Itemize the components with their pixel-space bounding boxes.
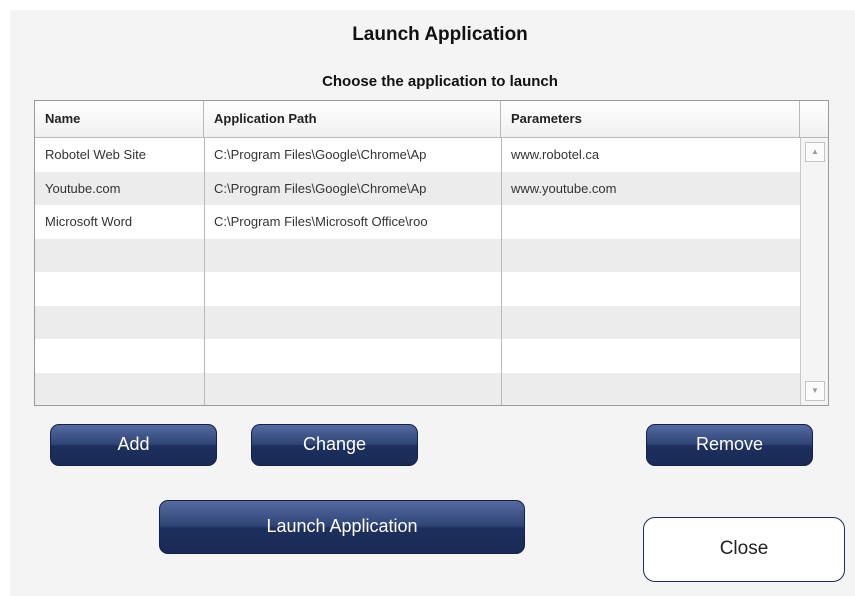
column-divider — [501, 138, 502, 405]
remove-button[interactable]: Remove — [646, 424, 813, 466]
cell-application-path — [204, 239, 501, 273]
scroll-up-button[interactable]: ▲ — [805, 142, 825, 162]
cell-application-path — [204, 306, 501, 340]
cell-application-path — [204, 339, 501, 373]
cell-parameters: www.youtube.com — [511, 180, 617, 196]
cell-name: Youtube.com — [45, 180, 121, 196]
cell-application-path: C:\Program Files\Google\Chrome\Ap — [214, 147, 427, 162]
table-row[interactable]: Youtube.com C:\Program Files\Google\Chrom… — [35, 171, 800, 205]
table-row[interactable]: Robotel Web Site C:\Program Files\Google\… — [35, 138, 800, 172]
table-row[interactable] — [35, 238, 800, 273]
column-header-application-path[interactable]: Application Path — [204, 101, 501, 137]
cell-parameters — [501, 373, 800, 406]
cell-parameters — [501, 205, 800, 239]
cell-parameters — [501, 272, 800, 306]
chevron-down-icon: ▼ — [811, 386, 819, 395]
scroll-down-button[interactable]: ▼ — [805, 381, 825, 401]
add-button[interactable]: Add — [50, 424, 217, 466]
cell-application-path — [204, 373, 501, 406]
dialog-subtitle: Choose the application to launch — [322, 73, 558, 90]
cell-parameters — [501, 339, 800, 373]
column-header-parameters[interactable]: Parameters — [501, 101, 800, 137]
table-row[interactable] — [35, 339, 800, 373]
table-row[interactable] — [35, 372, 800, 406]
table-row[interactable] — [35, 272, 800, 306]
table-body: Robotel Web Site C:\Program Files\Google\… — [35, 138, 800, 406]
cell-application-path: C:\Program Files\Microsoft Office\roo — [214, 214, 428, 229]
cell-parameters — [501, 239, 800, 273]
table-header: Name Application Path Parameters — [35, 101, 828, 138]
table-row[interactable]: Microsoft Word C:\Program Files\Microsoft… — [35, 205, 800, 239]
dialog-title: Launch Application — [352, 24, 528, 45]
change-button[interactable]: Change — [251, 424, 418, 466]
cell-name — [35, 239, 204, 273]
table-scrollbar[interactable]: ▲ ▼ — [800, 138, 828, 405]
table-row[interactable] — [35, 305, 800, 340]
column-divider — [204, 138, 205, 405]
cell-name: Microsoft Word — [45, 214, 133, 229]
cell-parameters — [501, 306, 800, 340]
applications-table: Name Application Path Parameters Robotel… — [34, 100, 829, 406]
column-header-name[interactable]: Name — [35, 101, 204, 137]
cell-parameters: www.robotel.ca — [511, 147, 600, 162]
cell-application-path — [204, 272, 501, 306]
cell-name — [35, 373, 204, 406]
close-button[interactable]: Close — [643, 517, 845, 582]
cell-name — [35, 306, 204, 340]
chevron-up-icon: ▲ — [811, 147, 819, 156]
cell-name: Robotel Web Site — [45, 147, 146, 162]
launch-application-button[interactable]: Launch Application — [159, 500, 525, 554]
cell-name — [35, 272, 204, 306]
cell-name — [35, 339, 204, 373]
cell-application-path: C:\Program Files\Google\Chrome\Ap — [214, 180, 427, 196]
